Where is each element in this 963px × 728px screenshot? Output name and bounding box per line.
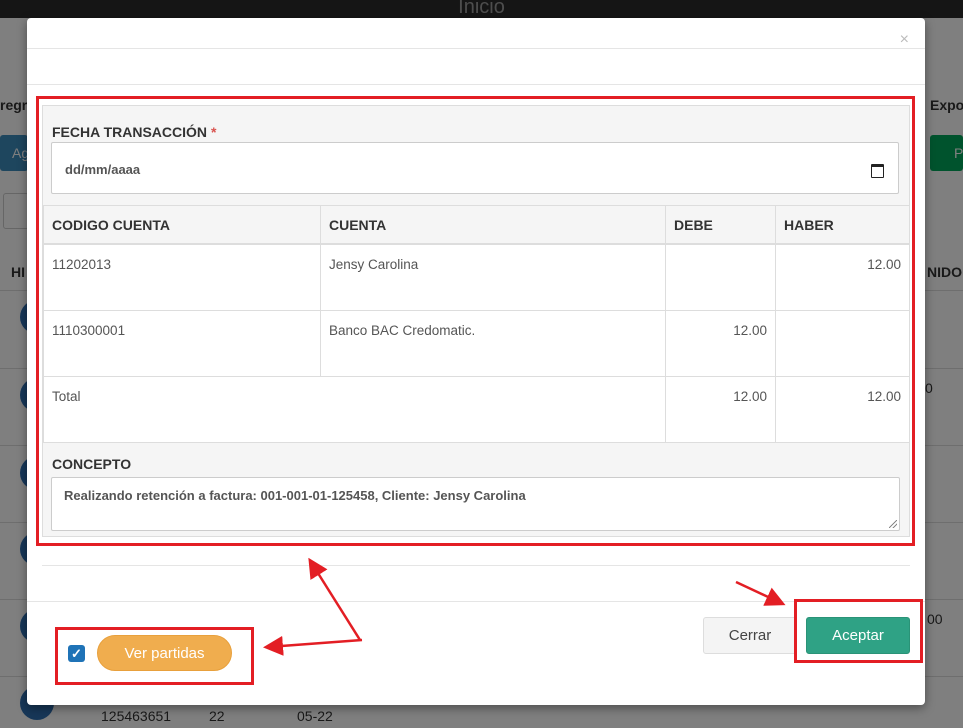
arrow-to-aceptar (735, 580, 786, 606)
arrow-to-form (308, 557, 362, 641)
arrow-to-partidas (263, 635, 363, 656)
annotation-arrows (263, 557, 786, 656)
